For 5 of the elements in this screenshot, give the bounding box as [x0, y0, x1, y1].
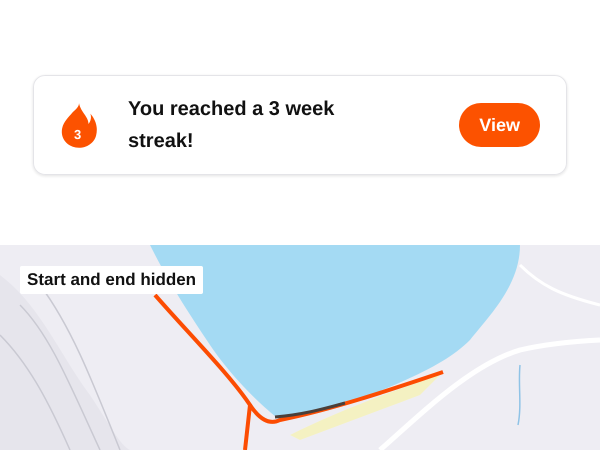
flame-icon: [60, 101, 98, 149]
streak-message: You reached a 3 week streak!: [128, 97, 336, 154]
view-button[interactable]: View: [459, 103, 540, 147]
streak-count: 3: [74, 127, 82, 142]
map-label: Start and end hidden: [20, 266, 204, 294]
